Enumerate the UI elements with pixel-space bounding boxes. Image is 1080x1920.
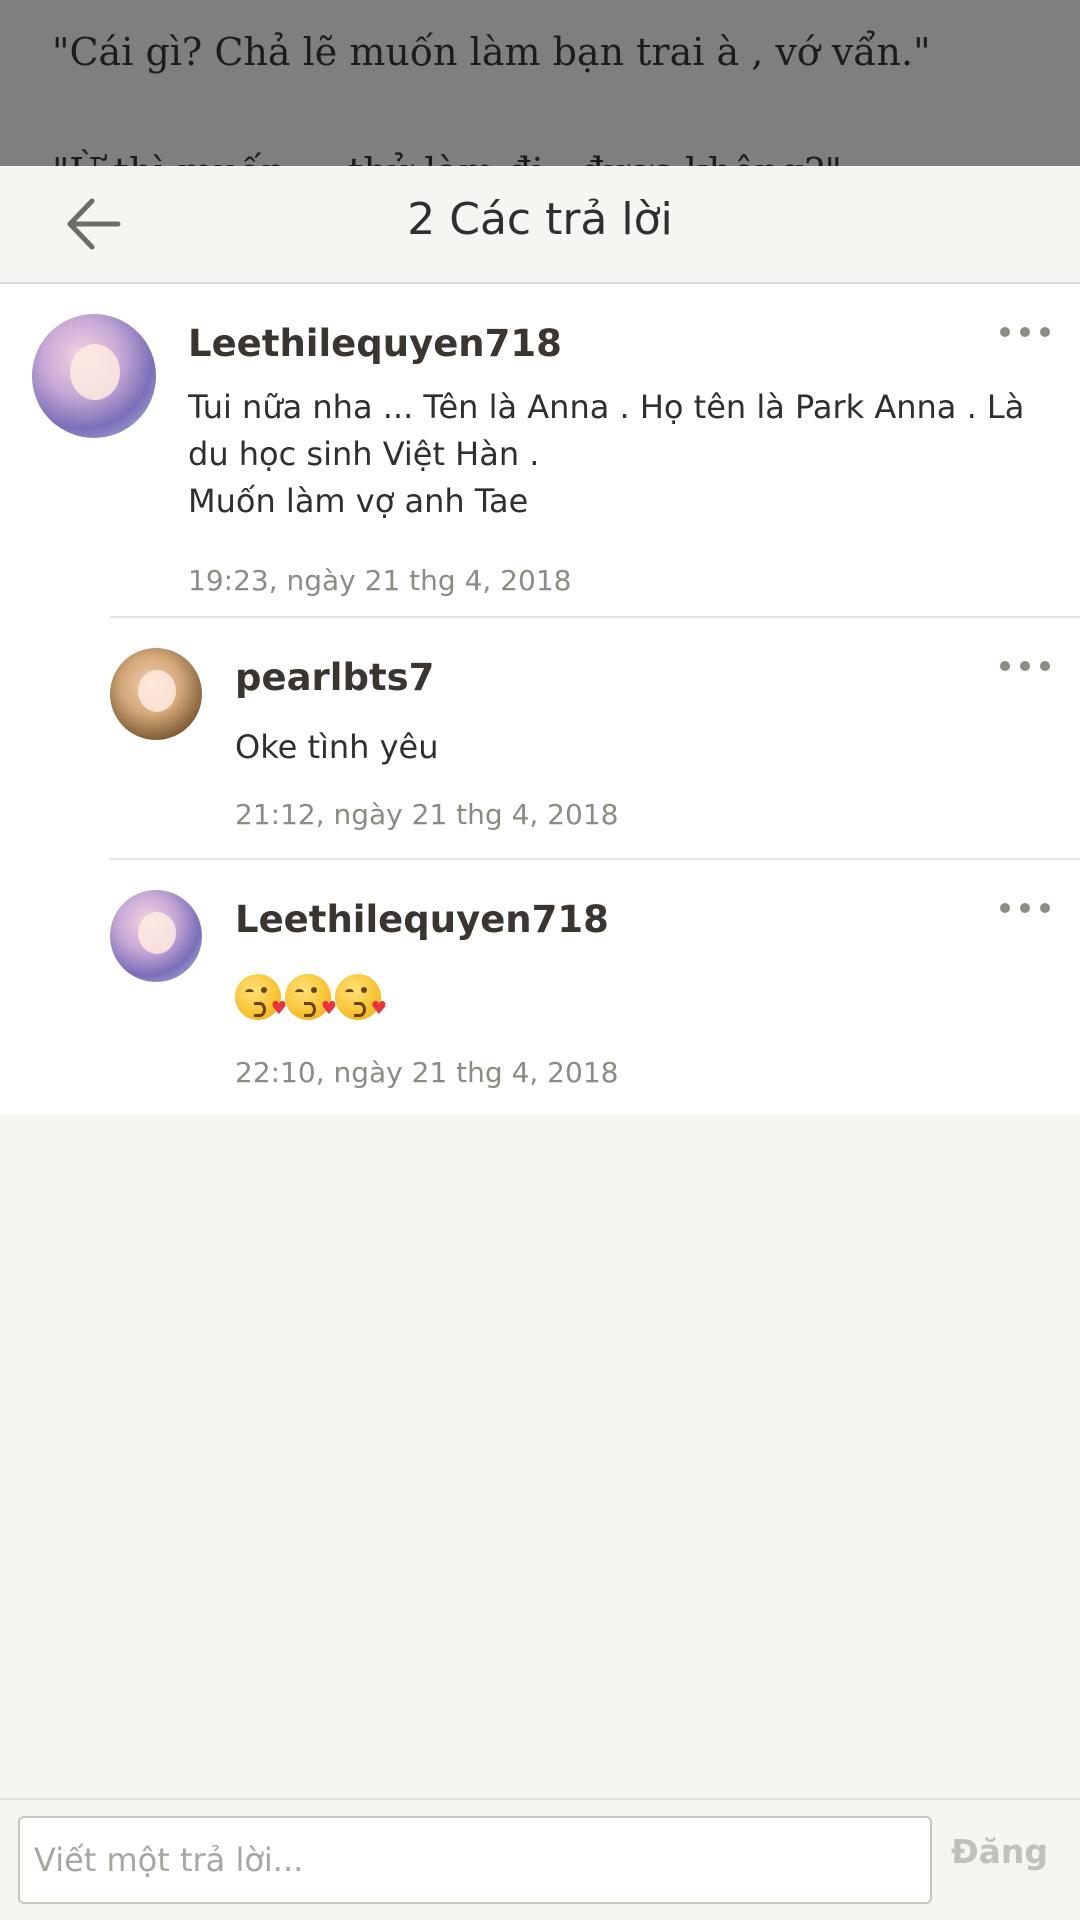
more-dot-icon: [1000, 903, 1010, 913]
comment-username[interactable]: pearlbts7: [235, 656, 434, 699]
more-options-button[interactable]: [1000, 654, 1050, 678]
replies-sheet: 2 Các trả lời Leethilequyen718 Tui nữa n…: [0, 166, 1080, 1920]
more-options-button[interactable]: [1000, 896, 1050, 920]
comment-text: Oke tình yêu: [235, 728, 439, 766]
kissing-face-icon: ♥: [335, 974, 387, 1020]
reply-item: Leethilequyen718 ♥ ♥ ♥ 22:10, ngày 21 th…: [110, 858, 1080, 1114]
comment-item: Leethilequyen718 Tui nữa nha ... Tên là …: [0, 284, 1080, 616]
comment-timestamp: 19:23, ngày 21 thg 4, 2018: [188, 564, 572, 597]
more-dot-icon: [1020, 903, 1030, 913]
more-dot-icon: [1040, 327, 1050, 337]
compose-bar: Đăng: [0, 1798, 1080, 1920]
more-dot-icon: [1020, 327, 1030, 337]
avatar-face: [70, 344, 120, 400]
story-background: "Cái gì? Chả lẽ muốn làm bạn trai à , vớ…: [0, 0, 1080, 166]
avatar[interactable]: [110, 890, 202, 982]
more-dot-icon: [1000, 327, 1010, 337]
more-dot-icon: [1000, 661, 1010, 671]
kissing-face-icon: ♥: [285, 974, 337, 1020]
more-dot-icon: [1020, 661, 1030, 671]
story-line: "Ừ thì muốn … thử làm đi , được không?": [52, 150, 842, 166]
replies-header: 2 Các trả lời: [0, 166, 1080, 284]
kissing-face-icon: ♥: [235, 974, 287, 1020]
avatar-face: [138, 670, 176, 712]
comment-list: Leethilequyen718 Tui nữa nha ... Tên là …: [0, 284, 1080, 1114]
comment-text: Tui nữa nha ... Tên là Anna . Họ tên là …: [188, 388, 1025, 520]
avatar[interactable]: [110, 648, 202, 740]
comment-timestamp: 22:10, ngày 21 thg 4, 2018: [235, 1056, 619, 1089]
comment-username[interactable]: Leethilequyen718: [188, 322, 562, 365]
reply-item: pearlbts7 Oke tình yêu 21:12, ngày 21 th…: [110, 616, 1080, 858]
post-button[interactable]: Đăng: [951, 1832, 1048, 1871]
comment-username[interactable]: Leethilequyen718: [235, 898, 609, 941]
comment-timestamp: 21:12, ngày 21 thg 4, 2018: [235, 798, 619, 831]
more-dot-icon: [1040, 903, 1050, 913]
comment-emoji: ♥ ♥ ♥: [235, 974, 387, 1020]
story-line: "Cái gì? Chả lẽ muốn làm bạn trai à , vớ…: [52, 30, 931, 74]
more-dot-icon: [1040, 661, 1050, 671]
reply-input[interactable]: [18, 1816, 932, 1904]
avatar-face: [138, 912, 176, 954]
page-title: 2 Các trả lời: [407, 194, 673, 245]
more-options-button[interactable]: [1000, 320, 1050, 344]
avatar[interactable]: [32, 314, 156, 438]
